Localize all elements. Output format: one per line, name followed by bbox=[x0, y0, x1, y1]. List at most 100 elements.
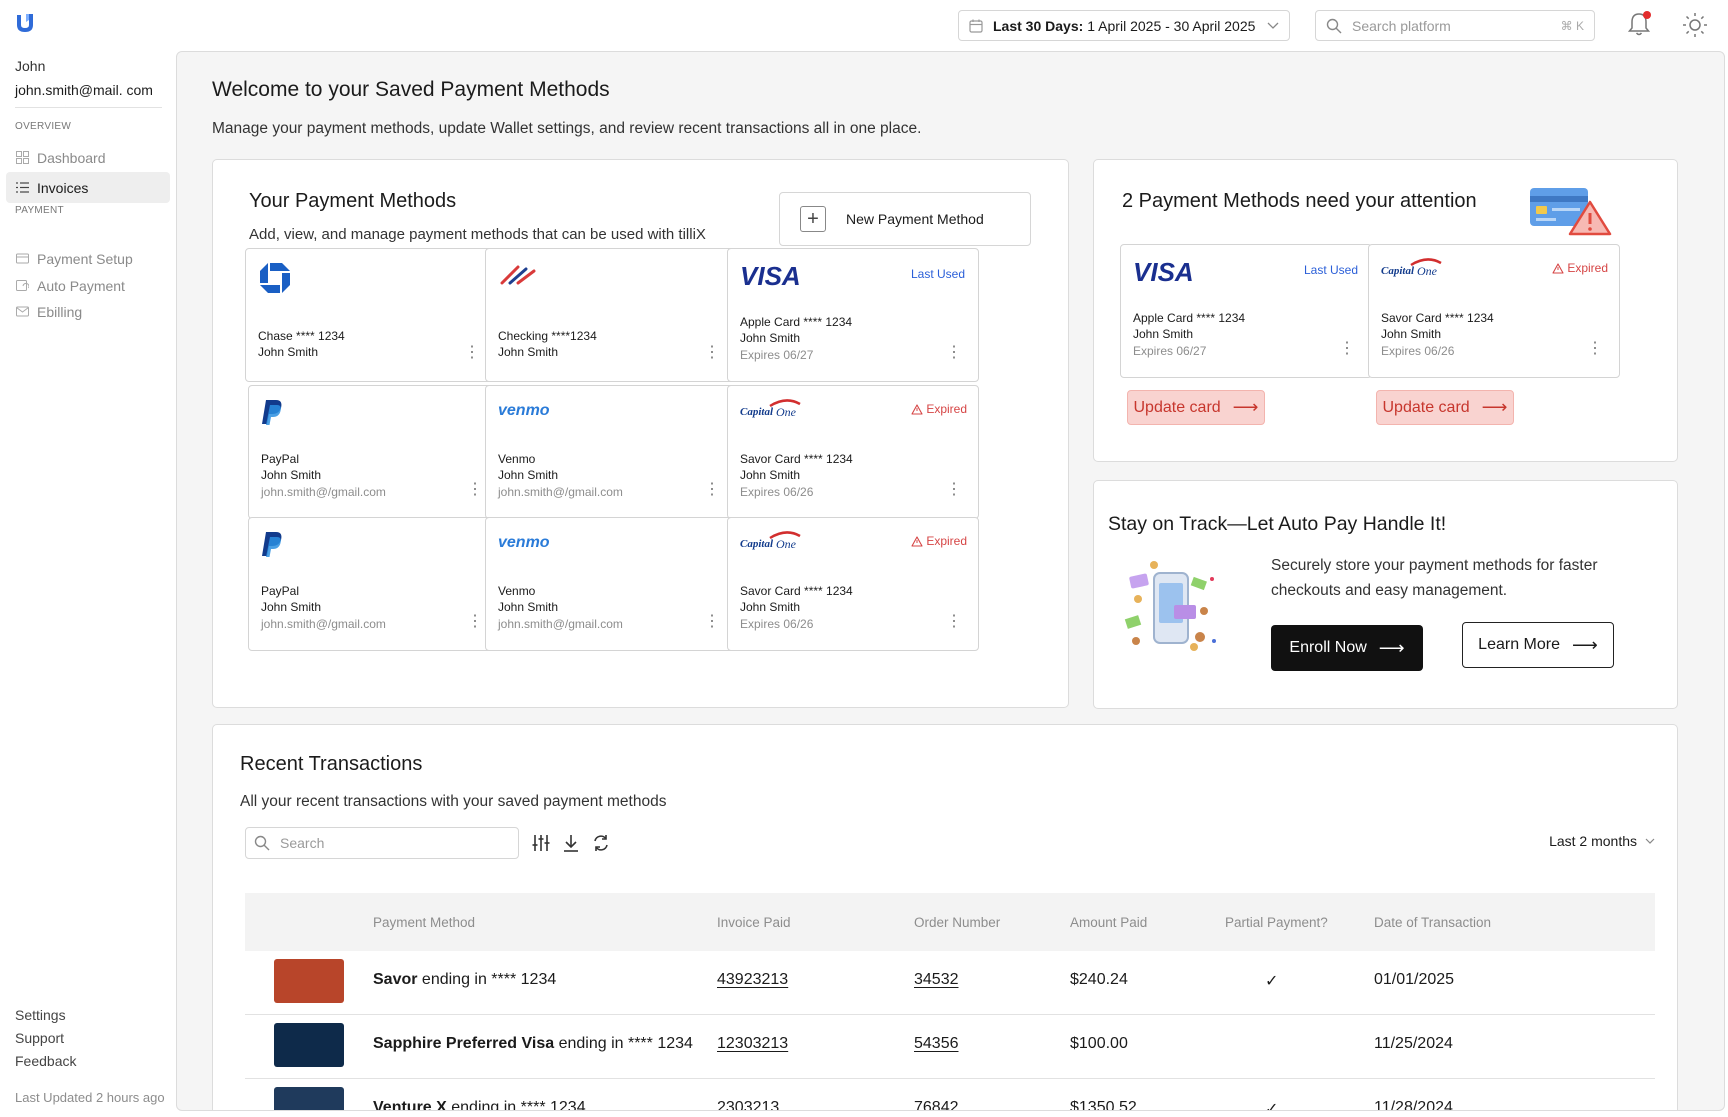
order-link[interactable]: 54356 bbox=[914, 1035, 959, 1053]
more-options-icon[interactable]: ⋮ bbox=[946, 345, 962, 361]
arrow-right-icon: ⟶ bbox=[1378, 637, 1405, 658]
card-detail: john.smith@/gmail.com bbox=[498, 485, 623, 499]
payment-method-card[interactable]: Chase **** 1234 John Smith ⋮ bbox=[245, 248, 497, 382]
card-title: Savor Card **** 1234 bbox=[740, 584, 853, 598]
payment-methods-title: Your Payment Methods bbox=[249, 190, 457, 212]
refresh-icon[interactable] bbox=[591, 833, 611, 853]
settings-link[interactable]: Settings bbox=[15, 1007, 66, 1023]
card-detail: Expires 06/27 bbox=[1133, 344, 1207, 358]
svg-text:venmo: venmo bbox=[498, 534, 550, 551]
table-row[interactable]: Venture X ending in **** 1234 2303213 7684… bbox=[245, 1079, 1655, 1111]
payment-method-card[interactable]: Capital One Expired Savor Card **** 1234 Joh… bbox=[727, 517, 979, 651]
card-brand-logo bbox=[261, 398, 351, 434]
card-holder: John Smith bbox=[1381, 327, 1442, 341]
payment-method-card[interactable]: venmo Venmo John Smith john.smith@/gmail.co… bbox=[485, 517, 737, 651]
card-detail: Expires 06/26 bbox=[740, 617, 814, 631]
invoice-link[interactable]: 2303213 bbox=[717, 1099, 779, 1110]
filter-sliders-icon[interactable] bbox=[531, 833, 551, 853]
update-card-button[interactable]: Update card ⟶ bbox=[1127, 390, 1265, 425]
sidebar-item-ebilling[interactable]: Ebilling bbox=[6, 296, 170, 327]
order-link[interactable]: 34532 bbox=[914, 971, 959, 989]
more-options-icon[interactable]: ⋮ bbox=[467, 482, 483, 498]
svg-text:One: One bbox=[776, 405, 797, 419]
card-title: PayPal bbox=[261, 452, 300, 466]
amount-paid: $240.24 bbox=[1070, 971, 1128, 988]
card-title: Savor Card **** 1234 bbox=[1381, 311, 1494, 325]
enroll-now-label: Enroll Now bbox=[1289, 639, 1367, 656]
table-header: Payment Method Invoice Paid Order Number… bbox=[245, 893, 1655, 951]
more-options-icon[interactable]: ⋮ bbox=[704, 345, 720, 361]
sidebar-item-label: Ebilling bbox=[37, 303, 83, 320]
invoice-link[interactable]: 12303213 bbox=[717, 1035, 788, 1053]
column-header: Amount Paid bbox=[1070, 915, 1148, 930]
card-detail: john.smith@/gmail.com bbox=[498, 617, 623, 631]
order-link[interactable]: 76842 bbox=[914, 1099, 959, 1110]
capital-one-logo-icon: Capital One bbox=[740, 399, 801, 419]
payment-method-card[interactable]: Capital One Expired Savor Card **** 1234 Joh… bbox=[1368, 244, 1620, 378]
search-icon bbox=[254, 835, 270, 851]
app-logo-icon[interactable] bbox=[14, 12, 36, 34]
payment-method-card[interactable]: Checking ****1234 John Smith ⋮ bbox=[485, 248, 737, 382]
card-holder: John Smith bbox=[261, 468, 322, 482]
payment-methods-subtitle: Add, view, and manage payment methods th… bbox=[249, 226, 706, 243]
card-title: Savor Card **** 1234 bbox=[740, 452, 853, 466]
support-link[interactable]: Support bbox=[15, 1030, 64, 1046]
card-brand-logo: Capital One bbox=[1381, 257, 1471, 293]
transactions-search-input[interactable]: Search bbox=[245, 827, 519, 859]
partial-payment-check-icon: ✓ bbox=[1265, 1101, 1279, 1111]
more-options-icon[interactable]: ⋮ bbox=[467, 614, 483, 630]
new-payment-method-button[interactable]: + New Payment Method bbox=[779, 192, 1031, 246]
card-detail: john.smith@/gmail.com bbox=[261, 485, 386, 499]
payment-method-card[interactable]: PayPal John Smith john.smith@/gmail.com ⋮ bbox=[248, 517, 500, 651]
last-used-badge: Last Used bbox=[1303, 263, 1358, 277]
payment-method-card[interactable]: PayPal John Smith john.smith@/gmail.com ⋮ bbox=[248, 385, 500, 519]
date-range-picker[interactable]: Last 30 Days: 1 April 2025 - 30 April 20… bbox=[958, 10, 1290, 41]
venmo-logo-icon: venmo bbox=[498, 402, 550, 419]
expired-label: Expired bbox=[1567, 261, 1608, 275]
notifications-button[interactable] bbox=[1627, 11, 1653, 39]
warning-icon bbox=[911, 535, 923, 547]
more-options-icon[interactable]: ⋮ bbox=[704, 482, 720, 498]
top-bar: Last 30 Days: 1 April 2025 - 30 April 20… bbox=[0, 0, 1728, 50]
section-label-payment: PAYMENT bbox=[15, 205, 64, 216]
arrow-right-icon: ⟶ bbox=[1481, 397, 1508, 417]
sidebar-item-dashboard[interactable]: Dashboard bbox=[6, 142, 170, 173]
payment-method-card[interactable]: VISA Last Used Apple Card **** 1234 John Sm… bbox=[727, 248, 979, 382]
sidebar-item-invoices[interactable]: Invoices bbox=[6, 172, 170, 203]
theme-toggle-icon[interactable] bbox=[1682, 12, 1708, 38]
platform-search-input[interactable]: Search platform ⌘ K bbox=[1315, 10, 1595, 41]
card-name: Sapphire Preferred Visa bbox=[373, 1035, 555, 1052]
attention-panel: 2 Payment Methods need your attention VI… bbox=[1093, 159, 1678, 462]
more-options-icon[interactable]: ⋮ bbox=[1587, 341, 1603, 357]
more-options-icon[interactable]: ⋮ bbox=[704, 614, 720, 630]
date-range-select[interactable]: Last 2 months bbox=[1549, 833, 1655, 849]
table-row[interactable]: Sapphire Preferred Visa ending in **** 1… bbox=[245, 1015, 1655, 1079]
more-options-icon[interactable]: ⋮ bbox=[946, 614, 962, 630]
sidebar: John john.smith@mail. com OVERVIEW Dashb… bbox=[0, 50, 176, 1117]
enroll-now-button[interactable]: Enroll Now ⟶ bbox=[1271, 625, 1423, 671]
paypal-logo-icon bbox=[262, 532, 282, 557]
card-title: Venmo bbox=[498, 452, 536, 466]
download-icon[interactable] bbox=[561, 833, 581, 853]
more-options-icon[interactable]: ⋮ bbox=[946, 482, 962, 498]
update-card-button[interactable]: Update card ⟶ bbox=[1376, 390, 1514, 425]
feedback-link[interactable]: Feedback bbox=[15, 1053, 76, 1069]
invoice-link[interactable]: 43923213 bbox=[717, 971, 788, 989]
date-range-value: 1 April 2025 - 30 April 2025 bbox=[1087, 17, 1256, 34]
expired-badge: Expired bbox=[1552, 261, 1608, 275]
payment-method-card[interactable]: venmo Venmo John Smith john.smith@/gmail.co… bbox=[485, 385, 737, 519]
more-options-icon[interactable]: ⋮ bbox=[464, 345, 480, 361]
credit-card-thumbnail bbox=[274, 1023, 344, 1067]
card-holder: John Smith bbox=[740, 331, 801, 345]
card-detail: Expires 06/27 bbox=[740, 348, 814, 362]
last-used-badge: Last Used bbox=[910, 267, 965, 281]
payment-method-card[interactable]: Capital One Expired Savor Card **** 1234 Joh… bbox=[727, 385, 979, 519]
learn-more-button[interactable]: Learn More ⟶ bbox=[1462, 622, 1614, 668]
payment-method-card[interactable]: VISA Last Used Apple Card **** 1234 John Sm… bbox=[1120, 244, 1372, 378]
more-options-icon[interactable]: ⋮ bbox=[1339, 341, 1355, 357]
expired-label: Expired bbox=[926, 534, 967, 548]
warning-icon bbox=[911, 403, 923, 415]
capital-one-logo-icon: Capital One bbox=[740, 531, 801, 551]
table-row[interactable]: Savor ending in **** 1234 43923213 34532 $2… bbox=[245, 951, 1655, 1015]
card-holder: John Smith bbox=[740, 600, 801, 614]
